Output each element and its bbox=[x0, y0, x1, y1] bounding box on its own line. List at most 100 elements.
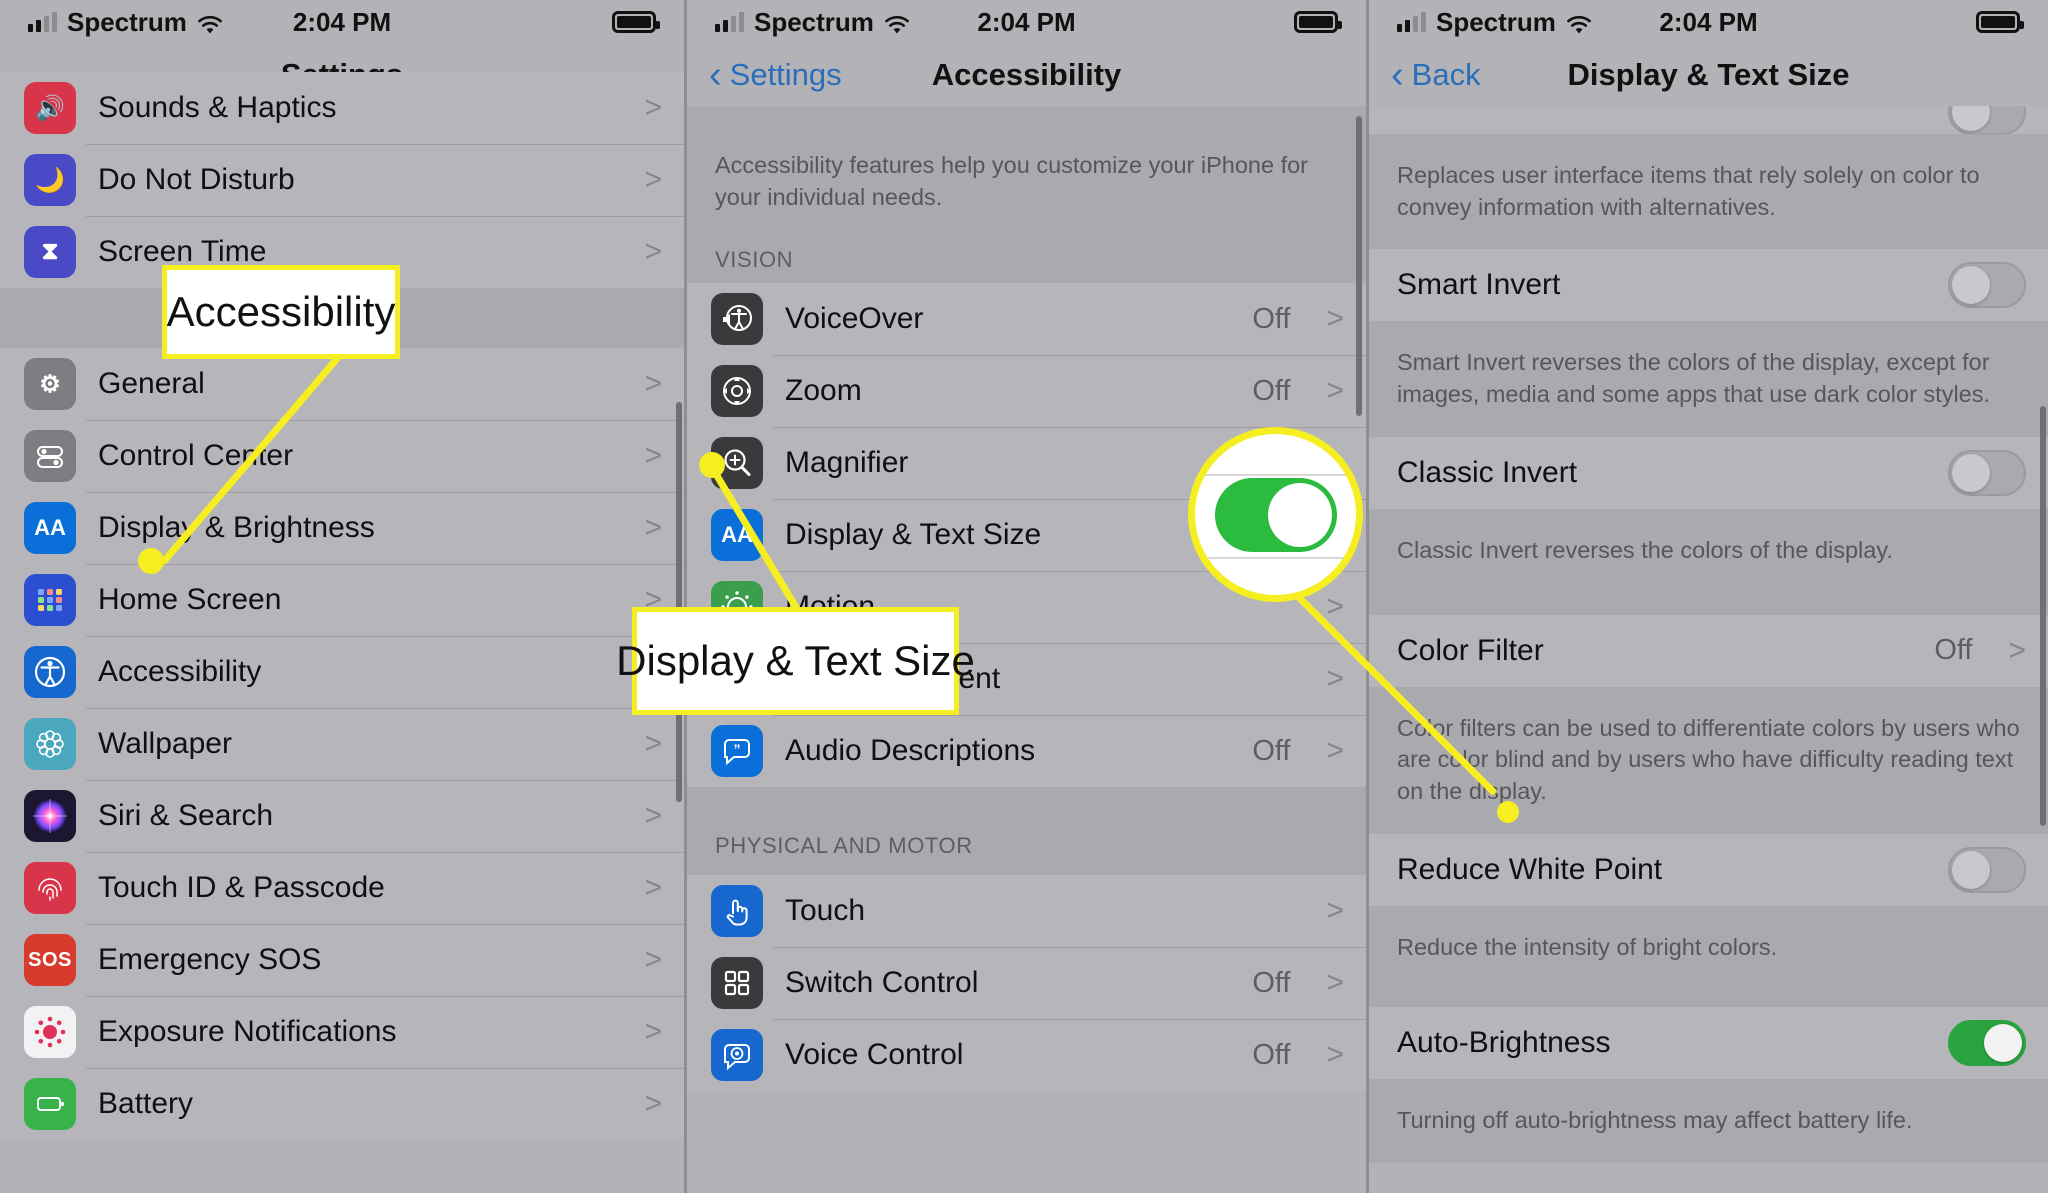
description-text: Turning off auto-brightness may affect b… bbox=[1369, 1079, 2048, 1164]
display-settings-list[interactable]: Replaces user interface items that rely … bbox=[1369, 106, 2048, 1193]
leader-dot-auto-brightness bbox=[1497, 801, 1519, 823]
callout-display-text-size-label: Display & Text Size bbox=[616, 637, 975, 684]
chevron-right-icon: > bbox=[1326, 894, 1344, 928]
back-button-settings[interactable]: ‹ Settings bbox=[709, 56, 842, 94]
exposure-icon bbox=[24, 1006, 76, 1058]
back-button-label: Back bbox=[1411, 57, 1481, 92]
smart-invert-toggle[interactable] bbox=[1948, 262, 2026, 309]
siri-icon bbox=[24, 790, 76, 842]
list-item-zoom[interactable]: Zoom Off > bbox=[687, 355, 1366, 428]
list-item-label: Magnifier bbox=[785, 446, 909, 480]
list-item[interactable]: 🔊 Sounds & Haptics > bbox=[0, 72, 684, 144]
back-button-label: Settings bbox=[729, 57, 842, 92]
toggle-row-reduce-white-point[interactable]: Reduce White Point bbox=[1369, 833, 2048, 906]
list-item-label: Emergency SOS bbox=[98, 943, 322, 976]
status-bar-middle: Spectrum 2:04 PM bbox=[687, 0, 1366, 44]
gear-icon: ⚙ bbox=[24, 358, 76, 410]
list-item-label: Do Not Disturb bbox=[98, 163, 295, 196]
list-item-value: Off bbox=[1252, 966, 1291, 999]
toggle-knob bbox=[1952, 453, 1990, 492]
list-item-voiceover[interactable]: VoiceOver Off > bbox=[687, 283, 1366, 356]
auto-brightness-toggle[interactable] bbox=[1948, 1020, 2026, 1067]
callout-accessibility: Accessibility bbox=[162, 265, 400, 359]
differentiate-without-color-toggle[interactable] bbox=[1948, 106, 2026, 134]
toggle-row-classic-invert[interactable]: Classic Invert bbox=[1369, 436, 2048, 509]
battery-group bbox=[1976, 11, 2024, 33]
list-item-label: Screen Time bbox=[98, 235, 267, 268]
panel-display-text-size: Spectrum 2:04 PM ‹ Back Display & Text S… bbox=[1366, 0, 2048, 1193]
list-item-exposure-notifications[interactable]: Exposure Notifications > bbox=[0, 996, 684, 1068]
list-item-display-brightness[interactable]: AA Display & Brightness > bbox=[0, 492, 684, 564]
chevron-right-icon: > bbox=[2008, 633, 2026, 667]
callout-accessibility-label: Accessibility bbox=[166, 288, 396, 335]
list-item-touch[interactable]: Touch > bbox=[687, 875, 1366, 948]
toggle-row-partial[interactable] bbox=[1369, 106, 2048, 134]
chevron-right-icon: > bbox=[1326, 302, 1344, 336]
list-item-label: Audio Descriptions bbox=[785, 734, 1036, 768]
clock-label: 2:04 PM bbox=[1659, 6, 1758, 37]
list-item-wallpaper[interactable]: Wallpaper > bbox=[0, 708, 684, 780]
list-item-label: Wallpaper bbox=[98, 727, 232, 760]
list-item[interactable]: 🌙 Do Not Disturb > bbox=[0, 144, 684, 216]
chevron-right-icon: > bbox=[644, 439, 662, 472]
list-item-voice-control[interactable]: Voice Control Off > bbox=[687, 1019, 1366, 1092]
list-item-home-screen[interactable]: Home Screen > bbox=[0, 564, 684, 636]
zoom-icon bbox=[711, 365, 763, 418]
accessibility-description: Accessibility features help you customiz… bbox=[687, 106, 1366, 222]
chevron-left-icon: ‹ bbox=[1391, 54, 1404, 96]
toggle-knob bbox=[1952, 106, 1990, 131]
row-label: Smart Invert bbox=[1397, 268, 1561, 302]
fingerprint-icon bbox=[24, 862, 76, 914]
battery-group bbox=[612, 11, 660, 33]
description-text: Smart Invert reverses the colors of the … bbox=[1369, 321, 2048, 437]
chevron-right-icon: > bbox=[644, 943, 662, 976]
list-item-label: Switch Control bbox=[785, 966, 979, 1000]
callout-display-text-size: Display & Text Size bbox=[616, 607, 975, 715]
back-button[interactable]: ‹ Back bbox=[1391, 56, 1481, 94]
leader-dot-display-text-size bbox=[699, 452, 725, 478]
row-value: Off bbox=[1934, 634, 1973, 667]
list-item-audio-descriptions[interactable]: ” Audio Descriptions Off > bbox=[687, 715, 1366, 788]
magnified-toggle-on[interactable] bbox=[1214, 477, 1337, 552]
aa-icon: AA bbox=[24, 502, 76, 554]
list-item-siri-search[interactable]: Siri & Search > bbox=[0, 780, 684, 852]
toggle-row-auto-brightness[interactable]: Auto-Brightness bbox=[1369, 1007, 2048, 1080]
toggle-row-smart-invert[interactable]: Smart Invert bbox=[1369, 249, 2048, 322]
settings-list[interactable]: 🔊 Sounds & Haptics > 🌙 Do Not Disturb > … bbox=[0, 72, 684, 1159]
audio-descriptions-icon: ” bbox=[711, 725, 763, 778]
list-item-color-filter[interactable]: Color Filter Off > bbox=[1369, 614, 2048, 687]
magnified-divider-bottom bbox=[1195, 557, 1356, 559]
list-item-value: Off bbox=[1252, 374, 1291, 407]
battery-icon bbox=[1294, 11, 1342, 33]
list-item-label: Zoom bbox=[785, 374, 862, 408]
list-item-emergency-sos[interactable]: SOS Emergency SOS > bbox=[0, 924, 684, 996]
hourglass-icon: ⧗ bbox=[24, 226, 76, 278]
row-label: Color Filter bbox=[1397, 633, 1544, 667]
list-item-battery[interactable]: Battery > bbox=[0, 1068, 684, 1140]
sidebar-item-accessibility[interactable]: Accessibility > bbox=[0, 636, 684, 708]
scrollbar-middle[interactable] bbox=[1356, 116, 1362, 416]
list-item-switch-control[interactable]: Switch Control Off > bbox=[687, 947, 1366, 1020]
list-item-value: Off bbox=[1252, 734, 1291, 767]
scrollbar-right[interactable] bbox=[2040, 406, 2046, 826]
leader-dot-accessibility bbox=[138, 548, 164, 574]
chevron-right-icon: > bbox=[644, 1087, 662, 1120]
list-item-control-center[interactable]: Control Center > bbox=[0, 420, 684, 492]
list-item-label: Touch bbox=[785, 894, 866, 928]
description-text: Replaces user interface items that rely … bbox=[1369, 134, 2048, 250]
scrollbar-left[interactable] bbox=[676, 402, 682, 802]
list-item-label: Exposure Notifications bbox=[98, 1015, 397, 1048]
magnified-divider-top bbox=[1195, 474, 1356, 476]
classic-invert-toggle[interactable] bbox=[1948, 449, 2026, 496]
reduce-white-point-toggle[interactable] bbox=[1948, 846, 2026, 893]
chevron-left-icon: ‹ bbox=[709, 54, 722, 96]
list-item-touch-id[interactable]: Touch ID & Passcode > bbox=[0, 852, 684, 924]
row-label: Classic Invert bbox=[1397, 455, 1578, 489]
battery-group bbox=[1294, 11, 1342, 33]
chevron-right-icon: > bbox=[644, 871, 662, 904]
toggle-knob bbox=[1984, 1024, 2022, 1063]
description-text: Color filters can be used to differentia… bbox=[1369, 686, 2048, 834]
chevron-right-icon: > bbox=[644, 799, 662, 832]
sos-icon: SOS bbox=[24, 934, 76, 986]
chevron-right-icon: > bbox=[644, 91, 662, 124]
